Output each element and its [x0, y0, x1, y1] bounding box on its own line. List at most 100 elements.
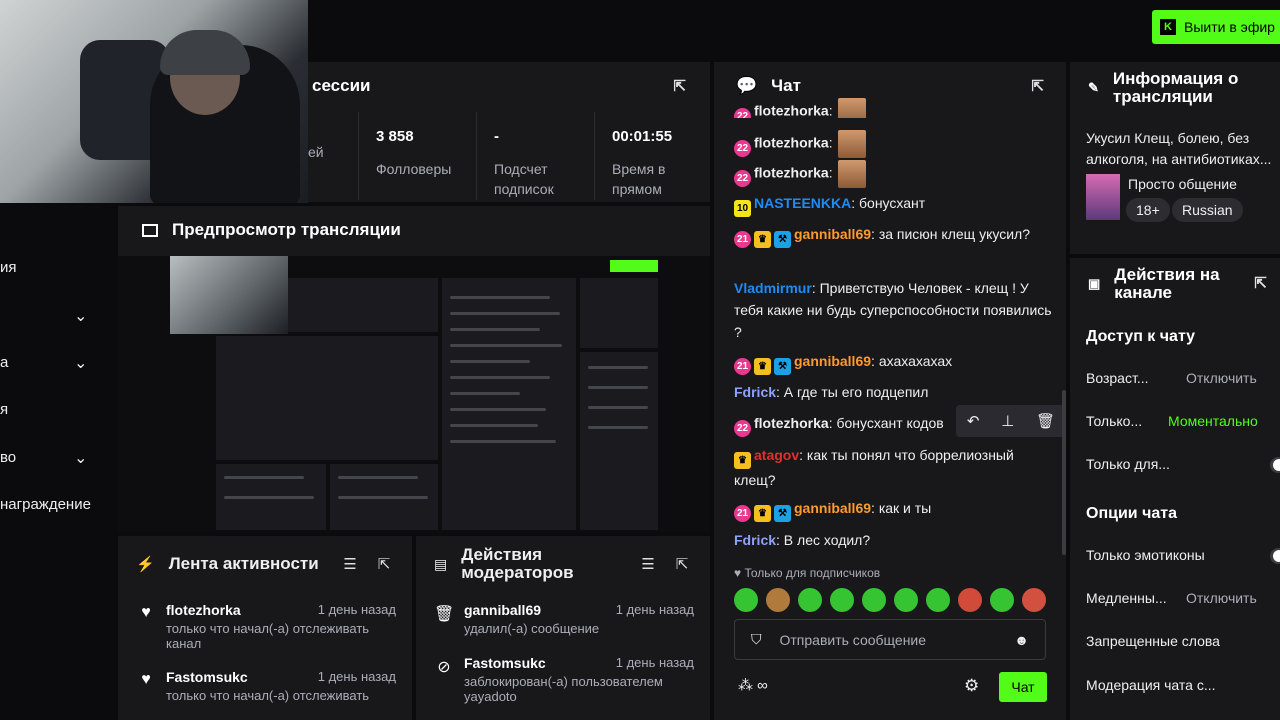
preview-line: [450, 440, 556, 443]
message-sep: :: [828, 134, 837, 151]
tag-badge: 18+: [1126, 198, 1170, 222]
preview-title: Предпросмотр трансляции: [172, 220, 401, 239]
setting-row[interactable]: Запрещенные слова: [1086, 633, 1280, 649]
sidebar-item[interactable]: во: [0, 449, 16, 466]
filter-icon[interactable]: ☰: [638, 555, 658, 573]
setting-row[interactable]: Возраст... Отключить: [1086, 370, 1280, 386]
mod-badge: ⚒: [774, 505, 791, 522]
chat-bubble-icon: 💬: [736, 76, 758, 95]
filter-icon[interactable]: ☰: [340, 555, 360, 573]
emote-button[interactable]: [830, 588, 854, 612]
sub-badge: 21: [734, 505, 751, 522]
sub-badge: 22: [734, 139, 751, 157]
sub-badge: 22: [734, 107, 751, 118]
stat-divider: [476, 112, 477, 200]
setting-row[interactable]: Медленны... Отключить: [1086, 590, 1280, 606]
preview-golive: [610, 260, 658, 272]
setting-row[interactable]: Только для...: [1086, 456, 1280, 473]
emote-button[interactable]: [862, 588, 886, 612]
emote-button[interactable]: [926, 588, 950, 612]
category-thumbnail[interactable]: [1086, 174, 1120, 220]
delete-icon[interactable]: 🗑: [1036, 412, 1055, 430]
preview-line: [450, 344, 562, 347]
session-panel: сессии ⇱ ей 3 858 Фолловеры - Подсчет по…: [308, 62, 710, 202]
preview-info-box: [580, 278, 658, 348]
setting-row[interactable]: Только... Моментально: [1086, 413, 1280, 429]
emote-button[interactable]: [734, 588, 758, 612]
sidebar-item[interactable]: награждение: [0, 496, 91, 513]
emote-button[interactable]: [1022, 588, 1046, 612]
preview-line: [450, 312, 560, 315]
message-sep: :: [776, 532, 784, 548]
chat-scrollbar[interactable]: [1062, 390, 1066, 555]
preview-line: [588, 406, 648, 409]
sub-badge: 21: [734, 358, 751, 375]
crown-badge: ♛: [754, 231, 771, 248]
moderator-name[interactable]: yayadoto: [464, 689, 674, 704]
chat-send-button[interactable]: Чат: [999, 672, 1047, 702]
category-name[interactable]: Просто общение: [1128, 176, 1237, 192]
emote-button[interactable]: [990, 588, 1014, 612]
popout-icon[interactable]: ⇱: [672, 555, 692, 573]
message-actions: ↶ ⊥ 🗑: [956, 405, 1066, 437]
document-icon: ▤: [434, 555, 448, 572]
sidebar-item[interactable]: а: [0, 354, 8, 371]
reply-icon[interactable]: ↶: [967, 412, 980, 430]
popout-icon[interactable]: ⇱: [1031, 77, 1044, 95]
actions-title: Действия на канале: [1114, 265, 1220, 302]
preview-session-box: [288, 278, 438, 332]
preview-actions-box: [580, 352, 658, 530]
heart-icon: ♥: [141, 671, 151, 688]
toggle-switch[interactable]: [1270, 548, 1280, 564]
preview-line: [450, 424, 538, 427]
mod-badge: ⚒: [774, 358, 791, 375]
emote-button[interactable]: [766, 588, 790, 612]
go-live-button[interactable]: K Выити в эфир: [1152, 10, 1280, 44]
popout-icon[interactable]: ⇱: [673, 77, 686, 95]
points-icon[interactable]: ⁂ ∞: [738, 676, 768, 694]
activity-feed-panel: ⚡ Лента активности ☰ ⇱ ♥ flotezhorka 1 д…: [118, 536, 412, 720]
setting-row[interactable]: Модерация чата с...: [1086, 677, 1280, 693]
popout-icon[interactable]: ⇱: [1254, 275, 1267, 293]
preview-inner-preview: [216, 336, 438, 460]
sidebar-item[interactable]: ия: [0, 259, 17, 276]
gear-icon[interactable]: ⚙: [964, 676, 979, 696]
chevron-down-icon[interactable]: ⌄: [74, 306, 92, 326]
stream-preview-video[interactable]: [118, 256, 710, 532]
message-sep: :: [871, 226, 879, 242]
preview-line: [224, 476, 304, 479]
chat-message: Fdrick: В лес ходил?: [734, 532, 871, 548]
sub-badge: 21: [734, 231, 751, 248]
sub-badge: 10: [734, 200, 751, 217]
sidebar-item[interactable]: я: [0, 401, 8, 418]
popout-icon[interactable]: ⇱: [374, 555, 394, 573]
emote-button[interactable]: [894, 588, 918, 612]
stat-viewers: ей: [308, 144, 324, 160]
emote-button[interactable]: [958, 588, 982, 612]
stat-followers: 3 858 Фолловеры: [376, 128, 452, 177]
heart-icon: ♥: [734, 566, 745, 580]
tag-badge: Russian: [1172, 198, 1243, 222]
preview-line: [338, 496, 428, 499]
setting-row[interactable]: Только эмотиконы: [1086, 547, 1280, 564]
crown-badge: ♛: [754, 505, 771, 522]
crown-badge: ♛: [754, 358, 771, 375]
chevron-down-icon[interactable]: ⌄: [74, 353, 92, 373]
toggle-switch[interactable]: [1270, 457, 1280, 473]
preview-line: [588, 386, 648, 389]
pin-icon[interactable]: ⊥: [1001, 412, 1014, 430]
stat-uptime: 00:01:55 Время в прямом: [612, 128, 673, 197]
chevron-down-icon[interactable]: ⌄: [74, 448, 92, 468]
channel-actions-panel: ▣ Действия на канале ⇱ Доступ к чату Воз…: [1070, 258, 1280, 720]
film-icon: [142, 223, 158, 237]
preview-line: [588, 366, 648, 369]
activity-title: Лента активности: [168, 554, 319, 573]
preview-chat-box: [442, 278, 576, 530]
chat-input[interactable]: ⛉ Отправить сообщение ☻: [734, 619, 1046, 660]
chat-message: ♛ atagov: как ты понял что боррелиозный к…: [734, 447, 1014, 488]
pencil-icon: ✎: [1088, 80, 1099, 95]
kick-logo-icon: K: [1160, 19, 1176, 35]
emoji-icon[interactable]: ☻: [1014, 632, 1029, 648]
trash-icon: 🗑: [434, 606, 455, 623]
emote-button[interactable]: [798, 588, 822, 612]
